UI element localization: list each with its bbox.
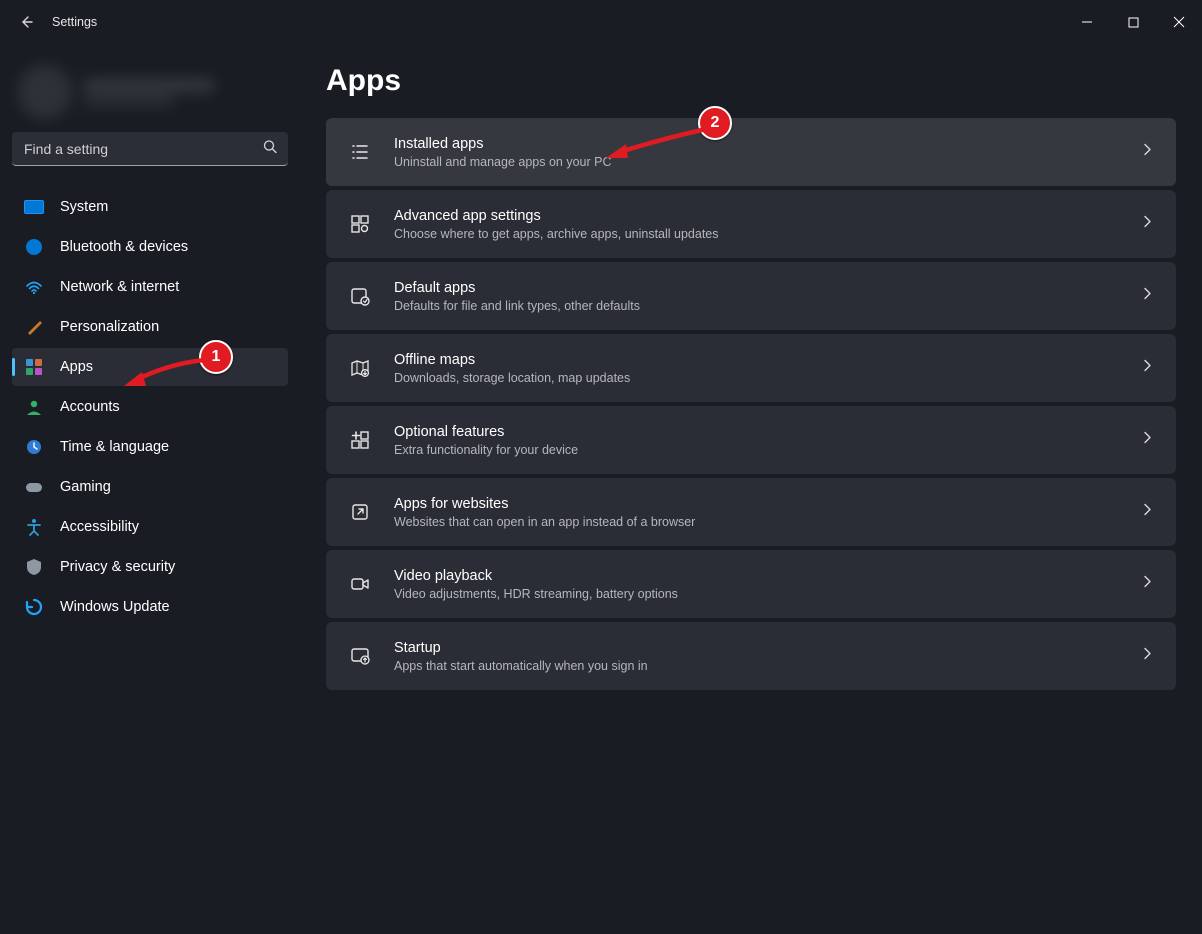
sidebar-item-label: Apps [60, 359, 93, 375]
map-icon [348, 356, 372, 380]
update-icon [24, 597, 44, 617]
card-default-apps[interactable]: Default apps Defaults for file and link … [326, 262, 1176, 330]
close-button[interactable] [1156, 6, 1202, 38]
sidebar-item-label: Gaming [60, 479, 111, 495]
card-subtitle: Downloads, storage location, map updates [394, 371, 630, 385]
sidebar-item-label: Network & internet [60, 279, 179, 295]
chevron-right-icon [1140, 287, 1154, 306]
main-content: Apps Installed apps Uninstall and manage… [300, 44, 1202, 934]
chevron-right-icon [1140, 647, 1154, 666]
sidebar-item-label: Accounts [60, 399, 120, 415]
card-subtitle: Websites that can open in an app instead… [394, 515, 695, 529]
card-title: Installed apps [394, 135, 612, 155]
back-button[interactable] [18, 14, 34, 30]
chevron-right-icon [1140, 359, 1154, 378]
nav-list: System Bluetooth & devices Network & int… [12, 188, 288, 626]
card-subtitle: Choose where to get apps, archive apps, … [394, 227, 719, 241]
card-subtitle: Extra functionality for your device [394, 443, 578, 457]
startup-icon [348, 644, 372, 668]
sidebar-item-label: Personalization [60, 319, 159, 335]
card-optional-features[interactable]: Optional features Extra functionality fo… [326, 406, 1176, 474]
sidebar-item-label: Accessibility [60, 519, 139, 535]
card-subtitle: Apps that start automatically when you s… [394, 659, 648, 673]
card-subtitle: Video adjustments, HDR streaming, batter… [394, 587, 678, 601]
card-startup[interactable]: Startup Apps that start automatically wh… [326, 622, 1176, 690]
chevron-right-icon [1140, 431, 1154, 450]
sidebar-item-gaming[interactable]: Gaming [12, 468, 288, 506]
system-icon [24, 197, 44, 217]
gear-grid-icon [348, 212, 372, 236]
card-title: Advanced app settings [394, 207, 719, 227]
accessibility-icon [24, 517, 44, 537]
search-icon [262, 139, 278, 160]
search-wrap [12, 132, 288, 166]
gamepad-icon [24, 477, 44, 497]
settings-card-list: Installed apps Uninstall and manage apps… [326, 118, 1176, 690]
sidebar-item-accounts[interactable]: Accounts [12, 388, 288, 426]
shield-icon [24, 557, 44, 577]
wifi-icon [24, 277, 44, 297]
avatar [18, 65, 72, 119]
search-input[interactable] [12, 132, 288, 166]
card-title: Video playback [394, 567, 678, 587]
sidebar-item-personalization[interactable]: Personalization [12, 308, 288, 346]
user-icon [24, 397, 44, 417]
titlebar: Settings [0, 0, 1202, 44]
sidebar-item-apps[interactable]: Apps [12, 348, 288, 386]
sidebar: System Bluetooth & devices Network & int… [0, 44, 300, 934]
sidebar-item-privacy[interactable]: Privacy & security [12, 548, 288, 586]
maximize-button[interactable] [1110, 6, 1156, 38]
sidebar-item-label: Time & language [60, 439, 169, 455]
card-offline-maps[interactable]: Offline maps Downloads, storage location… [326, 334, 1176, 402]
minimize-button[interactable] [1064, 6, 1110, 38]
account-card[interactable] [12, 56, 288, 128]
sidebar-item-bluetooth[interactable]: Bluetooth & devices [12, 228, 288, 266]
list-icon [348, 140, 372, 164]
sidebar-item-label: System [60, 199, 108, 215]
open-external-icon [348, 500, 372, 524]
plus-grid-icon [348, 428, 372, 452]
sidebar-item-label: Windows Update [60, 599, 170, 615]
sidebar-item-label: Privacy & security [60, 559, 175, 575]
card-video-playback[interactable]: Video playback Video adjustments, HDR st… [326, 550, 1176, 618]
bluetooth-icon [24, 237, 44, 257]
sidebar-item-system[interactable]: System [12, 188, 288, 226]
card-title: Offline maps [394, 351, 630, 371]
chevron-right-icon [1140, 503, 1154, 522]
card-title: Apps for websites [394, 495, 695, 515]
card-title: Default apps [394, 279, 640, 299]
card-advanced-app-settings[interactable]: Advanced app settings Choose where to ge… [326, 190, 1176, 258]
sidebar-item-accessibility[interactable]: Accessibility [12, 508, 288, 546]
brush-icon [24, 317, 44, 337]
sidebar-item-label: Bluetooth & devices [60, 239, 188, 255]
card-subtitle: Defaults for file and link types, other … [394, 299, 640, 313]
apps-icon [24, 357, 44, 377]
card-title: Startup [394, 639, 648, 659]
card-apps-for-websites[interactable]: Apps for websites Websites that can open… [326, 478, 1176, 546]
window-controls [1064, 6, 1202, 38]
app-title: Settings [52, 15, 97, 29]
card-title: Optional features [394, 423, 578, 443]
clock-icon [24, 437, 44, 457]
default-apps-icon [348, 284, 372, 308]
sidebar-item-update[interactable]: Windows Update [12, 588, 288, 626]
card-installed-apps[interactable]: Installed apps Uninstall and manage apps… [326, 118, 1176, 186]
sidebar-item-network[interactable]: Network & internet [12, 268, 288, 306]
account-text [84, 79, 214, 106]
card-subtitle: Uninstall and manage apps on your PC [394, 155, 612, 169]
chevron-right-icon [1140, 575, 1154, 594]
camera-icon [348, 572, 372, 596]
sidebar-item-time[interactable]: Time & language [12, 428, 288, 466]
chevron-right-icon [1140, 143, 1154, 162]
page-title: Apps [326, 64, 1176, 98]
chevron-right-icon [1140, 215, 1154, 234]
